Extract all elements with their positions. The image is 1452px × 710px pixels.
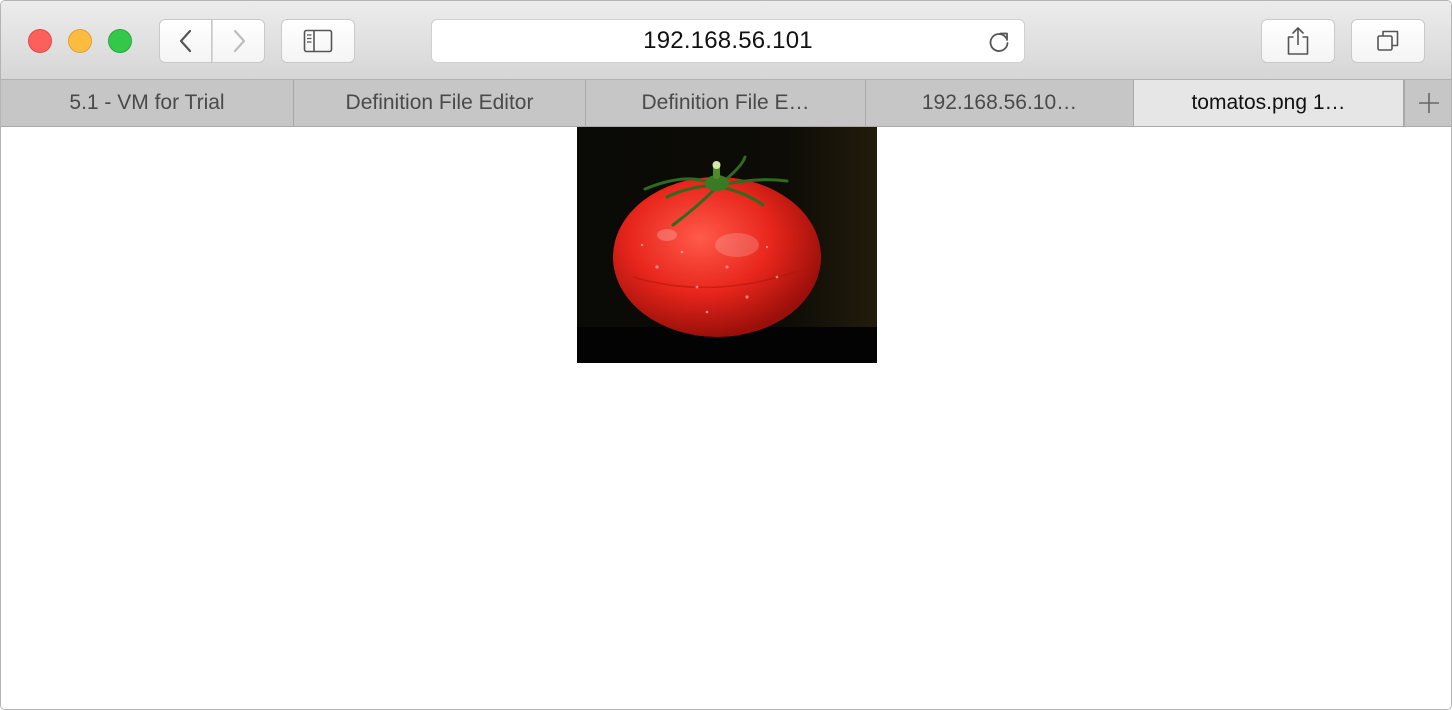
back-button[interactable] xyxy=(159,19,212,63)
page-content xyxy=(1,127,1451,709)
tab-4[interactable]: 192.168.56.10… xyxy=(866,80,1134,126)
share-icon xyxy=(1287,27,1309,55)
tab-label: 192.168.56.10… xyxy=(921,91,1078,114)
zoom-window-button[interactable] xyxy=(108,29,132,53)
tab-5-active[interactable]: tomatos.png 1… xyxy=(1134,80,1404,126)
close-window-button[interactable] xyxy=(28,29,52,53)
tab-1[interactable]: 5.1 - VM for Trial xyxy=(1,80,294,126)
chevron-right-icon xyxy=(233,29,245,53)
new-tab-button[interactable] xyxy=(1404,80,1451,126)
tab-overview-button[interactable] xyxy=(1351,19,1425,63)
tomato-image xyxy=(577,127,877,363)
minimize-window-button[interactable] xyxy=(68,29,92,53)
tab-3[interactable]: Definition File E… xyxy=(586,80,866,126)
share-button[interactable] xyxy=(1261,19,1335,63)
reload-icon[interactable] xyxy=(986,29,1012,55)
tab-bar: 5.1 - VM for Trial Definition File Edito… xyxy=(1,80,1451,127)
tab-label: tomatos.png 1… xyxy=(1191,91,1346,114)
address-bar[interactable]: 192.168.56.101 xyxy=(431,19,1025,63)
tab-overview-icon xyxy=(1377,30,1399,51)
sidebar-button[interactable] xyxy=(281,19,355,63)
tab-2[interactable]: Definition File Editor xyxy=(294,80,586,126)
browser-window: 192.168.56.101 5.1 - VM for Trial Defini… xyxy=(0,0,1452,710)
address-text: 192.168.56.101 xyxy=(643,27,813,54)
forward-button[interactable] xyxy=(212,19,265,63)
tab-label: Definition File Editor xyxy=(345,91,534,114)
toolbar: 192.168.56.101 xyxy=(1,1,1451,80)
tab-label: 5.1 - VM for Trial xyxy=(69,91,225,114)
plus-icon xyxy=(1419,93,1439,113)
tab-label: Definition File E… xyxy=(641,91,810,114)
chevron-left-icon xyxy=(179,29,191,53)
sidebar-icon xyxy=(303,29,333,53)
